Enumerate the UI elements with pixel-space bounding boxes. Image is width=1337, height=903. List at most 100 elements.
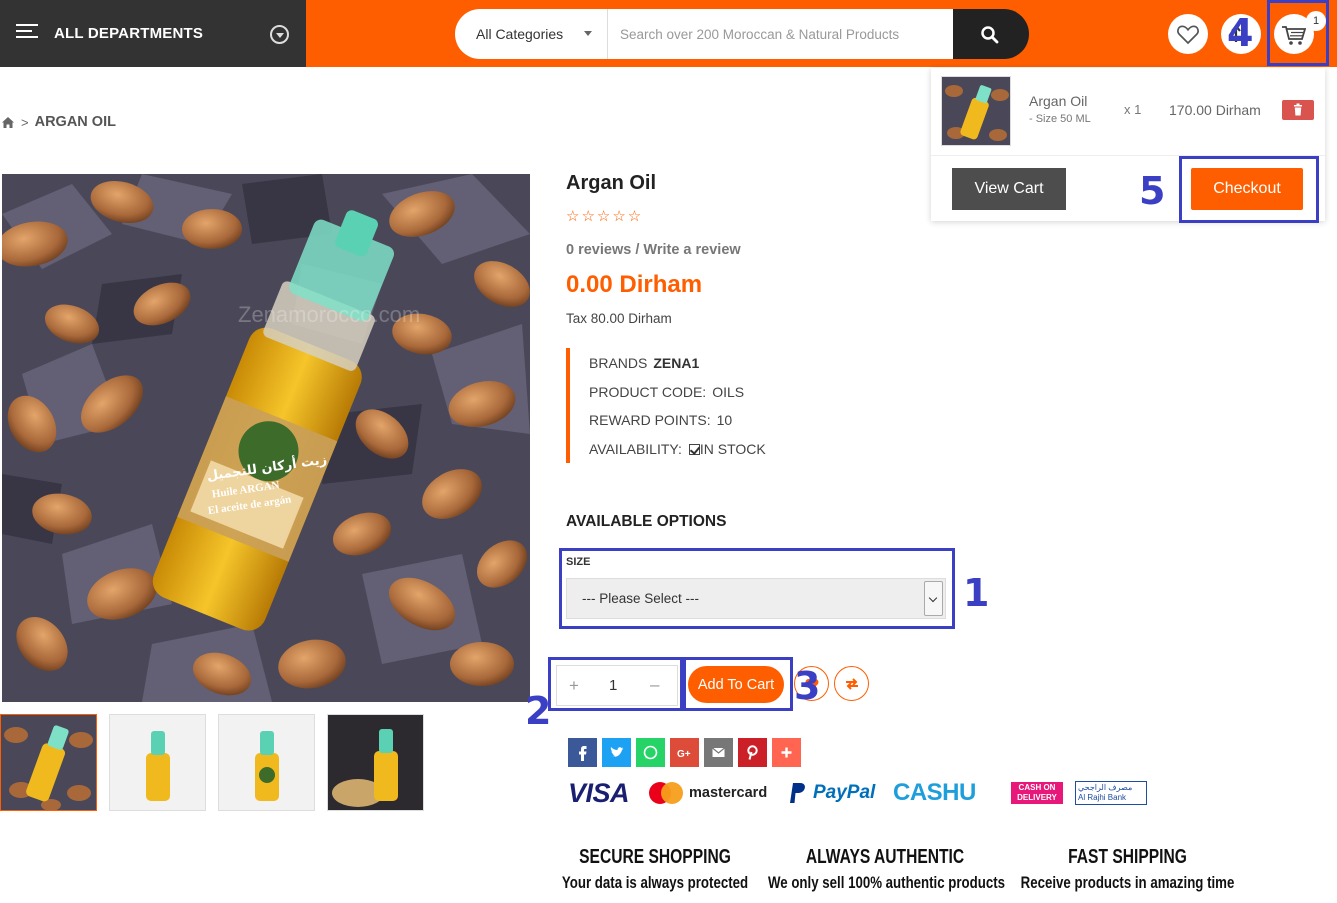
spec-label: REWARD POINTS: bbox=[589, 412, 711, 428]
write-review-link[interactable]: Write a review bbox=[643, 242, 740, 258]
share-email-button[interactable] bbox=[704, 738, 733, 767]
caret-down-icon[interactable] bbox=[584, 31, 592, 36]
feature-shipping: FAST SHIPPING Receive products in amazin… bbox=[990, 846, 1265, 893]
share-twitter-button[interactable] bbox=[602, 738, 631, 767]
watermark-text: Zenamorocco.com bbox=[238, 302, 420, 327]
thumbnail-image bbox=[110, 715, 205, 810]
exchange-icon[interactable] bbox=[844, 676, 860, 692]
brand-link[interactable]: ZENA1 bbox=[653, 355, 699, 371]
mastercard-icon bbox=[648, 781, 684, 810]
search-button[interactable] bbox=[953, 9, 1029, 59]
whatsapp-icon[interactable] bbox=[636, 738, 665, 767]
product-tax: Tax 80.00 Dirham bbox=[566, 311, 672, 326]
available-options-heading: AVAILABLE OPTIONS bbox=[566, 513, 727, 530]
twitter-icon[interactable] bbox=[602, 738, 631, 767]
view-cart-button[interactable]: View Cart bbox=[952, 168, 1066, 210]
thumbnail-4[interactable] bbox=[327, 714, 424, 811]
add-to-cart-button[interactable]: Add To Cart bbox=[688, 666, 784, 703]
feature-subtitle: Receive products in amazing time bbox=[1020, 873, 1235, 892]
product-title: Argan Oil bbox=[566, 172, 657, 194]
quantity-plus-button[interactable]: + bbox=[569, 676, 579, 696]
heart-icon[interactable] bbox=[1168, 14, 1208, 54]
spec-row-brand: BRANDS ZENA1 bbox=[589, 348, 906, 377]
header-bar: ALL DEPARTMENTS All Categories Search ov… bbox=[0, 0, 1337, 67]
remove-item-button[interactable] bbox=[1282, 100, 1314, 120]
compare-round-button[interactable] bbox=[834, 666, 869, 701]
feature-subtitle: We only sell 100% authentic products bbox=[768, 873, 1006, 892]
share-pinterest-button[interactable] bbox=[738, 738, 767, 767]
cod-line-2: DELIVERY bbox=[1017, 793, 1057, 802]
rating-stars: ☆☆☆☆☆ bbox=[566, 208, 644, 225]
quantity-stepper[interactable]: + 1 – bbox=[556, 665, 678, 706]
breadcrumb: > ARGAN OIL bbox=[1, 114, 116, 130]
feature-subtitle: Your data is always protected bbox=[561, 873, 749, 892]
page: ALL DEPARTMENTS All Categories Search ov… bbox=[0, 0, 1337, 903]
size-select[interactable]: --- Please Select --- bbox=[566, 578, 946, 619]
annotation-1: 1 bbox=[963, 571, 990, 615]
size-select-value[interactable]: --- Please Select --- bbox=[582, 591, 699, 606]
search-icon[interactable] bbox=[980, 25, 1000, 45]
cart-item-thumbnail[interactable] bbox=[941, 76, 1011, 146]
spec-row-code: PRODUCT CODE: OILS bbox=[589, 377, 906, 406]
departments-menu[interactable]: ALL DEPARTMENTS bbox=[0, 0, 306, 67]
visa-logo: VISA bbox=[568, 778, 630, 808]
thumbnail-2[interactable] bbox=[109, 714, 206, 811]
cart-item-price: 170.00 Dirham bbox=[1169, 102, 1261, 118]
google-plus-icon[interactable]: G+ bbox=[670, 738, 699, 767]
share-facebook-button[interactable] bbox=[568, 738, 597, 767]
chevron-down-icon[interactable] bbox=[924, 581, 943, 616]
checkout-button[interactable]: Checkout bbox=[1191, 168, 1303, 210]
departments-label[interactable]: ALL DEPARTMENTS bbox=[54, 25, 203, 42]
cart-item-option: - Size 50 ML bbox=[1029, 113, 1091, 125]
search-input[interactable] bbox=[608, 9, 953, 59]
spec-value: OILS bbox=[712, 383, 745, 400]
hamburger-icon[interactable] bbox=[16, 24, 38, 40]
chevron-down-icon[interactable] bbox=[270, 25, 289, 44]
reviews-count-link[interactable]: 0 reviews bbox=[566, 242, 631, 258]
annotation-3: 3 bbox=[794, 664, 821, 708]
cart-item-name[interactable]: Argan Oil bbox=[1029, 93, 1087, 109]
pinterest-icon[interactable] bbox=[738, 738, 767, 767]
spec-row-availability: AVAILABILITY: IN STOCK bbox=[589, 434, 906, 463]
al-rajhi-label: Al Rajhi Bank bbox=[1078, 793, 1127, 802]
breadcrumb-current[interactable]: ARGAN OIL bbox=[35, 114, 116, 130]
paypal-logo: PayPal bbox=[813, 782, 876, 803]
quantity-input[interactable]: 1 bbox=[609, 677, 617, 694]
annotation-box-4 bbox=[1267, 0, 1329, 66]
cashu-logo: CASHU bbox=[893, 779, 976, 806]
category-select-value[interactable]: All Categories bbox=[476, 26, 563, 42]
product-main-image[interactable]: Zenamorocco.com زيت أركان للتجميل Huile … bbox=[2, 174, 530, 702]
home-icon[interactable] bbox=[1, 116, 15, 129]
wishlist-button[interactable] bbox=[1168, 14, 1208, 54]
thumbnail-image bbox=[328, 715, 423, 810]
thumbnail-image bbox=[1, 715, 96, 810]
al-rajhi-logo: مصرف الراجحي Al Rajhi Bank bbox=[1075, 781, 1147, 805]
plus-icon[interactable] bbox=[772, 738, 801, 767]
share-googleplus-button[interactable]: G+ bbox=[670, 738, 699, 767]
envelope-icon[interactable] bbox=[704, 738, 733, 767]
breadcrumb-separator: > bbox=[21, 114, 29, 130]
al-rajhi-arabic: مصرف الراجحي bbox=[1078, 783, 1133, 792]
product-photo: Zenamorocco.com زيت أركان للتجميل Huile … bbox=[2, 174, 530, 702]
quantity-minus-button[interactable]: – bbox=[650, 675, 659, 695]
trash-icon[interactable] bbox=[1282, 100, 1314, 120]
spec-label: PRODUCT CODE: bbox=[589, 383, 707, 400]
share-whatsapp-button[interactable] bbox=[636, 738, 665, 767]
annotation-2: 2 bbox=[525, 689, 552, 733]
share-more-button[interactable] bbox=[772, 738, 801, 767]
cash-on-delivery-logo: CASH ON DELIVERY bbox=[1011, 782, 1063, 804]
thumbnail-3[interactable] bbox=[218, 714, 315, 811]
spec-value: IN STOCK bbox=[699, 440, 766, 457]
product-specs: BRANDS ZENA1 PRODUCT CODE: OILS REWARD POI… bbox=[566, 348, 906, 463]
annotation-5: 5 bbox=[1139, 169, 1166, 213]
thumbnail-1[interactable] bbox=[0, 714, 97, 811]
cart-item-image bbox=[942, 77, 1010, 145]
reviews-separator: / bbox=[631, 242, 644, 258]
product-price: 0.00 Dirham bbox=[566, 271, 703, 298]
facebook-icon[interactable] bbox=[568, 738, 597, 767]
svg-text:G+: G+ bbox=[677, 749, 691, 760]
category-select[interactable]: All Categories bbox=[455, 9, 608, 59]
spec-value: 10 bbox=[716, 412, 733, 428]
cart-item-row: Argan Oil - Size 50 ML x 1 170.00 Dirham bbox=[931, 68, 1325, 156]
feature-title: SECURE SHOPPING bbox=[579, 846, 731, 868]
